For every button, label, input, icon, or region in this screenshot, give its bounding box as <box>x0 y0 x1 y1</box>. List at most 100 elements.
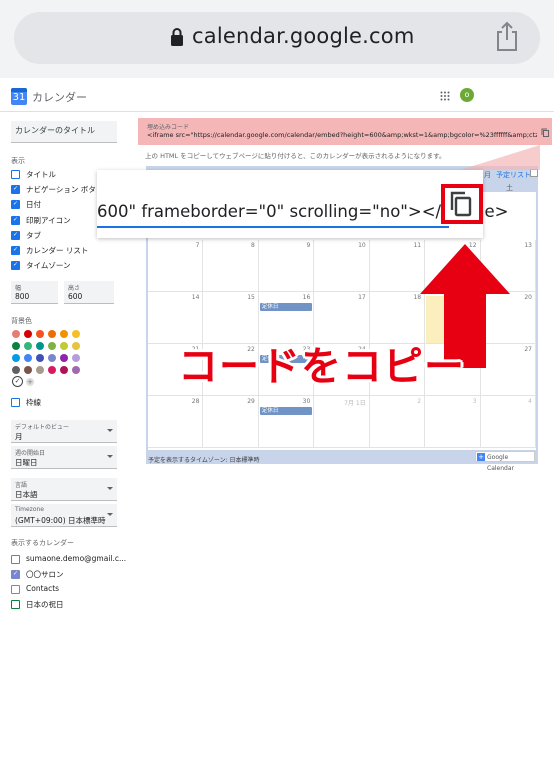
calendar-day-cell[interactable]: 9 <box>258 240 315 292</box>
day-number: 13 <box>524 242 532 249</box>
day-number: 15 <box>247 294 255 301</box>
display-heading: 表示 <box>11 157 25 165</box>
calendar-list-item: sumaone.demo@gmail.c... <box>26 554 127 563</box>
bgcolor-swatch[interactable] <box>60 342 68 350</box>
language-select[interactable]: 言語 日本語 <box>11 478 117 501</box>
bgcolor-swatch[interactable] <box>12 366 20 374</box>
apps-grid-icon[interactable] <box>440 91 450 101</box>
day-number: 20 <box>524 294 532 301</box>
display-option-checkbox[interactable] <box>11 200 20 210</box>
calendar-day-cell[interactable]: 7月 1日 <box>314 396 370 448</box>
selected-white-swatch[interactable]: ✓ <box>12 376 23 387</box>
calendar-checkbox[interactable] <box>11 585 20 594</box>
display-option-checkbox[interactable] <box>11 246 20 255</box>
chevron-down-icon <box>107 429 113 432</box>
default-view-label: デフォルトのビュー <box>15 424 70 431</box>
display-option-checkbox[interactable] <box>11 261 20 271</box>
calendar-day-cell[interactable]: 30 <box>258 396 315 448</box>
height-field[interactable]: 高さ 600 <box>64 281 114 304</box>
calendar-day-cell[interactable]: 7 <box>148 240 204 292</box>
bgcolor-swatch[interactable] <box>12 330 20 338</box>
day-number: 7月 1日 <box>344 400 366 407</box>
bgcolor-swatch[interactable] <box>60 330 68 338</box>
display-option-checkbox[interactable] <box>11 170 20 179</box>
display-option-label: タイムゾーン <box>26 261 71 271</box>
calendar-list-item: 〇〇サロン <box>26 570 64 579</box>
week-start-label: 週の開始日 <box>15 450 46 457</box>
calendar-day-cell[interactable]: 8 <box>203 240 259 292</box>
day-number: 16 <box>302 294 311 301</box>
bgcolor-swatch[interactable] <box>48 366 56 374</box>
display-option-label: カレンダー リスト <box>26 246 89 255</box>
day-number: 8 <box>251 242 255 249</box>
chevron-down-icon <box>107 487 113 490</box>
day-number: 17 <box>358 294 366 301</box>
display-option-label: ナビゲーション ボタン <box>26 185 104 195</box>
bgcolor-swatch[interactable] <box>60 366 68 374</box>
bgcolor-swatch[interactable] <box>12 354 20 362</box>
google-calendar-badge[interactable]: Google Calendar <box>475 451 535 472</box>
calendar-checkbox[interactable] <box>11 555 20 564</box>
copy-icon[interactable] <box>449 191 473 217</box>
bgcolor-swatch[interactable] <box>24 354 32 362</box>
calendar-title-field[interactable]: カレンダーのタイトル <box>11 121 117 143</box>
chevron-down-icon <box>107 513 113 516</box>
calendar-event[interactable]: 定休日 <box>259 303 313 311</box>
bgcolor-swatch[interactable] <box>24 330 32 338</box>
bgcolor-swatch[interactable] <box>36 354 44 362</box>
week-start-select[interactable]: 週の開始日 日曜日 <box>11 446 117 469</box>
calendar-event[interactable]: 定休日 <box>259 407 313 415</box>
bgcolor-swatch[interactable] <box>36 342 44 350</box>
day-number: 28 <box>191 398 200 405</box>
share-icon[interactable] <box>494 20 520 52</box>
calendar-day-cell[interactable]: 3 <box>425 396 481 448</box>
bgcolor-swatch[interactable] <box>36 330 44 338</box>
bgcolor-swatch[interactable] <box>48 354 56 362</box>
add-color-icon[interactable]: + <box>26 378 34 386</box>
border-label: 枠線 <box>26 398 41 407</box>
default-view-value: 月 <box>15 432 23 441</box>
default-view-select[interactable]: デフォルトのビュー 月 <box>11 420 117 443</box>
timezone-select[interactable]: Timezone (GMT+09:00) 日本標準時 <box>11 504 117 527</box>
bgcolor-swatch[interactable] <box>72 354 80 362</box>
bgcolor-swatch[interactable] <box>12 342 20 350</box>
calendar-day-cell[interactable]: 4 <box>480 396 536 448</box>
bgcolor-swatch[interactable] <box>72 366 80 374</box>
border-checkbox[interactable] <box>11 398 20 407</box>
bgcolor-swatch[interactable] <box>36 366 44 374</box>
embed-code-text[interactable]: <iframe src="https://calendar.google.com… <box>147 131 537 139</box>
bgcolor-swatch[interactable] <box>72 342 80 350</box>
calendars-heading: 表示するカレンダー <box>11 539 74 547</box>
calendar-day-cell[interactable]: 28 <box>148 396 204 448</box>
day-number: 30 <box>302 398 311 405</box>
avatar[interactable]: o <box>460 88 474 102</box>
calendar-day-cell[interactable]: 11 <box>369 240 426 292</box>
bgcolor-swatch[interactable] <box>48 342 56 350</box>
calendar-day-cell[interactable]: 2 <box>369 396 426 448</box>
calendar-checkbox[interactable] <box>11 600 20 609</box>
bgcolor-swatch[interactable] <box>72 330 80 338</box>
calendar-day-cell[interactable]: 10 <box>314 240 370 292</box>
day-number: 4 <box>528 398 532 405</box>
display-option-checkbox[interactable] <box>11 230 20 240</box>
bgcolor-swatch[interactable] <box>60 354 68 362</box>
bgcolor-swatch[interactable] <box>48 330 56 338</box>
day-number: 27 <box>524 346 532 353</box>
bgcolor-swatch[interactable] <box>24 342 32 350</box>
display-option-checkbox[interactable] <box>11 185 20 195</box>
language-value: 日本語 <box>15 490 38 499</box>
display-option-label: 印刷アイコン <box>26 215 71 225</box>
display-option-checkbox[interactable] <box>11 215 20 225</box>
bgcolor-heading: 背景色 <box>11 317 32 325</box>
copy-icon[interactable] <box>541 128 549 137</box>
width-value: 800 <box>15 292 30 301</box>
width-field[interactable]: 幅 800 <box>11 281 58 304</box>
day-number: 7 <box>195 242 200 249</box>
bgcolor-swatch[interactable] <box>24 366 32 374</box>
width-label: 幅 <box>15 285 22 292</box>
embed-code-label: 埋め込みコード <box>147 124 190 131</box>
calendar-checkbox[interactable] <box>11 570 20 579</box>
lock-icon <box>171 28 183 46</box>
chevron-down-icon <box>107 455 113 458</box>
calendar-day-cell[interactable]: 29 <box>203 396 259 448</box>
